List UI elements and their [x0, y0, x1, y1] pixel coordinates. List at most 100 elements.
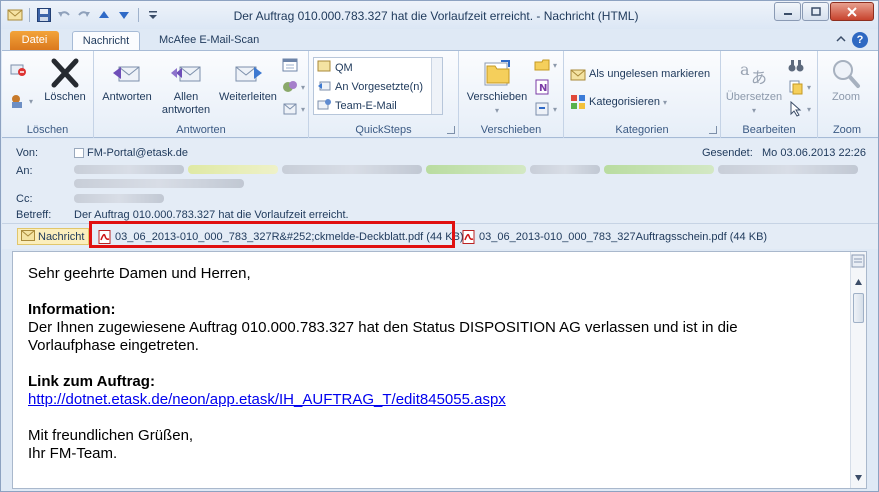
save-icon[interactable]	[36, 7, 52, 23]
ignore-button[interactable]	[10, 61, 26, 77]
help-icon[interactable]: ?	[852, 32, 868, 48]
cc-label: Cc:	[16, 193, 33, 205]
mark-unread-button[interactable]: Als ungelesen markieren	[570, 66, 710, 82]
message-tab-button[interactable]: Nachricht	[17, 228, 90, 245]
scrollbar-thumb[interactable]	[853, 293, 864, 323]
blurred-recipient	[74, 179, 244, 188]
maximize-button[interactable]	[802, 2, 829, 21]
move-label: Verschieben	[466, 91, 528, 103]
quicksteps-dialog-launcher[interactable]	[447, 126, 455, 134]
ribbon-group-delete: ▾ Löschen Löschen	[2, 51, 94, 138]
zoom-magnifier-icon	[830, 57, 862, 89]
translate-button[interactable]: aあ Übersetzen ▾	[723, 55, 785, 117]
collapse-ribbon-icon[interactable]	[836, 34, 846, 46]
info-text-line-2: Vorlaufphase eingetreten.	[28, 337, 199, 354]
svg-text:N: N	[539, 83, 547, 94]
quickstep-manager-icon	[317, 78, 331, 95]
redo-icon[interactable]	[76, 7, 92, 23]
attachment-auftragsschein[interactable]: 03_06_2013-010_000_783_327Auftragsschein…	[462, 228, 767, 246]
move-button[interactable]: Verschieben ▾	[463, 55, 531, 117]
blurred-cc[interactable]	[74, 194, 164, 203]
customize-toolbar-icon[interactable]	[145, 7, 161, 23]
quicksteps-scroll[interactable]	[431, 58, 442, 114]
select-button[interactable]: ▾	[788, 100, 811, 117]
delete-label: Löschen	[44, 91, 86, 103]
contact-checkbox-icon	[74, 148, 84, 158]
move-folder-icon	[481, 57, 513, 89]
help-area: ?	[836, 32, 868, 48]
group-label-move: Verschieben	[480, 124, 542, 136]
view-options-icon[interactable]	[851, 254, 865, 268]
close-button[interactable]	[830, 2, 874, 21]
quickstep-manager-label: An Vorgesetzte(n)	[335, 80, 424, 93]
actions-button[interactable]: ▾	[534, 101, 557, 117]
reply-icon	[111, 57, 143, 89]
tab-mcafee[interactable]: McAfee E-Mail-Scan	[150, 31, 268, 51]
scroll-down-arrow-icon[interactable]	[854, 474, 863, 482]
related-icon	[788, 79, 804, 95]
reply-button[interactable]: Antworten	[98, 55, 156, 104]
body-vertical-scrollbar[interactable]	[850, 252, 866, 488]
quick-access-toolbar	[7, 7, 161, 23]
quickstep-qm[interactable]: QM	[314, 58, 442, 77]
reply-all-label-2: antworten	[161, 104, 211, 116]
from-field[interactable]: FM-Portal@etask.de	[74, 147, 188, 159]
rules-icon	[534, 57, 550, 73]
rules-button[interactable]: ▾	[534, 57, 557, 73]
im-button[interactable]: ▾	[282, 79, 305, 95]
order-link[interactable]: http://dotnet.etask.de/neon/app.etask/IH…	[28, 391, 506, 408]
meeting-icon	[282, 57, 298, 73]
reply-all-label-1: Allen	[173, 91, 199, 103]
blurred-recipient	[74, 165, 184, 174]
zoom-button[interactable]: Zoom	[823, 55, 869, 104]
find-button[interactable]	[788, 57, 804, 73]
from-value: FM-Portal@etask.de	[87, 147, 189, 159]
tab-file[interactable]: Datei	[10, 31, 59, 51]
scroll-up-arrow-icon[interactable]	[854, 278, 863, 286]
select-cursor-icon	[788, 100, 804, 117]
tab-message[interactable]: Nachricht	[72, 31, 140, 51]
delete-button[interactable]: Löschen	[40, 55, 90, 104]
toolbar-separator	[29, 8, 30, 22]
binoculars-icon	[788, 57, 804, 73]
quickstep-manager[interactable]: An Vorgesetzte(n)	[314, 77, 442, 96]
svg-text:あ: あ	[751, 68, 767, 87]
previous-item-icon[interactable]	[96, 7, 112, 23]
quickstep-team[interactable]: Team-E-Mail	[314, 96, 442, 115]
message-content: Sehr geehrte Damen und Herren, Informati…	[28, 265, 843, 463]
quickstep-qm-icon	[317, 59, 331, 76]
group-label-delete: Löschen	[26, 124, 69, 136]
undo-icon[interactable]	[56, 7, 72, 23]
ribbon: ▾ Löschen Löschen Antworten Allen antwor…	[2, 50, 878, 138]
more-respond-button[interactable]: ▾	[282, 101, 305, 117]
mark-unread-icon	[570, 66, 586, 82]
message-body: Sehr geehrte Damen und Herren, Informati…	[12, 251, 867, 489]
window-controls	[774, 2, 874, 21]
tags-dialog-launcher[interactable]	[709, 126, 717, 134]
related-button[interactable]: ▾	[788, 79, 811, 95]
group-label-quicksteps: QuickSteps	[355, 124, 412, 136]
minimize-button[interactable]	[774, 2, 801, 21]
message-header: Von: FM-Portal@etask.de An: Cc: Betreff:…	[2, 139, 878, 223]
window-title: Der Auftrag 010.000.783.327 hat die Vorl…	[233, 9, 639, 23]
next-item-icon[interactable]	[116, 7, 132, 23]
meeting-button[interactable]	[282, 57, 298, 73]
delete-x-icon	[49, 57, 81, 89]
categorize-icon	[570, 94, 586, 110]
pdf-icon	[462, 230, 476, 244]
onenote-button[interactable]: N	[534, 79, 550, 95]
cleanup-button[interactable]: ▾	[10, 93, 33, 109]
attachment-auftragsschein-label: 03_06_2013-010_000_783_327Auftragsschein…	[479, 231, 768, 243]
ribbon-tabs: Datei Nachricht McAfee E-Mail-Scan ?	[1, 29, 878, 51]
onenote-icon: N	[534, 79, 550, 95]
forward-button[interactable]: Weiterleiten	[216, 55, 280, 104]
categorize-label: Kategorisieren	[589, 96, 660, 108]
mail-icon	[7, 7, 23, 23]
categorize-button[interactable]: Kategorisieren ▾	[570, 94, 667, 110]
instant-message-icon	[282, 79, 298, 95]
info-heading: Information:	[28, 301, 116, 318]
reply-all-button[interactable]: Allen antworten	[160, 55, 212, 117]
forward-icon	[232, 57, 264, 89]
greeting-text: Sehr geehrte Damen und Herren,	[28, 265, 251, 282]
toolbar-separator	[138, 8, 139, 22]
